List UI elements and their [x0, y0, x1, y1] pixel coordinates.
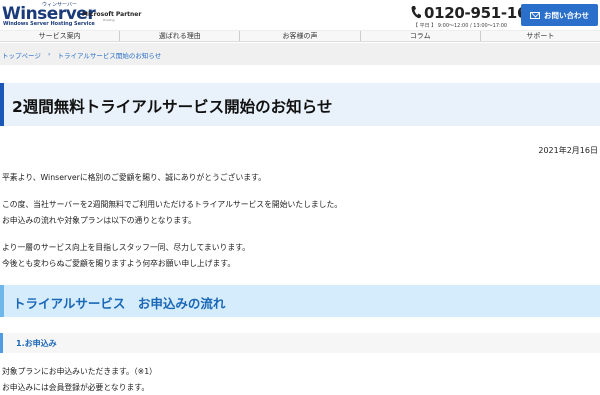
nav-item-testimonials[interactable]: お客様の声: [239, 31, 359, 41]
breadcrumb-home[interactable]: トップページ: [2, 50, 41, 60]
closing-line-2: 今後とも変わらぬご愛顧を賜りますよう何卒お願い申し上げます。: [2, 259, 236, 268]
step-title: 1.お申込み: [16, 339, 57, 348]
contact-button-label: お問い合わせ: [544, 10, 589, 20]
section-title: トライアルサービス お申込みの流れ: [13, 296, 226, 311]
microsoft-partner-badge: Microsoft Partner: [82, 11, 142, 18]
section-heading-box: トライアルサービス お申込みの流れ: [0, 285, 600, 317]
step-heading-box: 1.お申込み: [0, 333, 600, 353]
phone-hours: 【 平日 】 9:00～12:00 / 13:00～17:00: [413, 23, 508, 29]
phone-icon: [411, 6, 421, 19]
announcement-line-2: お申込みの流れや対象プランは以下の通りとなります。: [2, 216, 196, 225]
partner-sub-label: Hosting: [103, 18, 115, 22]
page-title-box: 2週間無料トライアルサービス開始のお知らせ: [0, 83, 600, 126]
page-title: 2週間無料トライアルサービス開始のお知らせ: [12, 98, 333, 116]
mail-icon: [530, 11, 540, 19]
breadcrumb-separator-icon: ›: [47, 50, 51, 58]
breadcrumb-current: トライアルサービス開始のお知らせ: [57, 52, 162, 60]
nav-item-services[interactable]: サービス案内: [0, 31, 119, 41]
intro-paragraph: 平素より、Winserverに格別のご愛顧を賜り、誠にありがとうございます。: [2, 173, 266, 182]
nav-item-column[interactable]: コラム: [359, 31, 480, 41]
closing-line-1: より一層のサービス向上を目指しスタッフ一同、尽力してまいります。: [2, 243, 250, 252]
announcement-line-1: この度、当社サーバーを2週間無料でご利用いただけるトライアルサービスを開始いたし…: [2, 200, 343, 209]
step-line-1: 対象プランにお申込みいただきます。（※1）: [2, 367, 157, 376]
breadcrumb: トップページ › トライアルサービス開始のお知らせ: [2, 50, 161, 60]
nav-item-support[interactable]: サポート: [479, 31, 600, 41]
post-date: 2021年2月16日: [538, 146, 598, 155]
breadcrumb-bar: トップページ › トライアルサービス開始のお知らせ: [0, 43, 600, 65]
logo-subtitle: Windows Server Hosting Service: [3, 21, 95, 27]
nav-item-reasons[interactable]: 選ばれる理由: [119, 31, 239, 41]
site-header: ウィンサーバー Winserver Windows Server Hosting…: [0, 0, 600, 30]
contact-button[interactable]: お問い合わせ: [521, 4, 598, 26]
step-line-2: お申込みには会員登録が必要となります。: [2, 383, 150, 392]
main-nav: サービス案内 選ばれる理由 お客様の声 コラム サポート: [0, 30, 600, 42]
